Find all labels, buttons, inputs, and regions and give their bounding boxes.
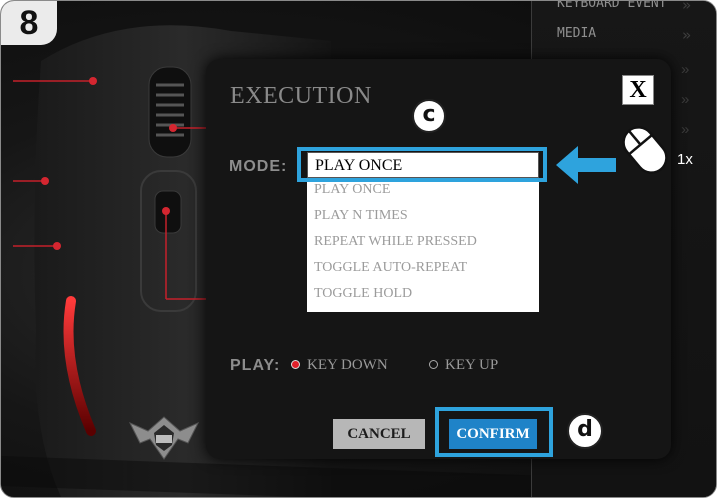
play-label: PLAY:: [230, 357, 281, 374]
arrow-left-icon: [556, 146, 616, 184]
screenshot-frame: KEYBOARD EVENT » MEDIA » » » » 8 EXECUTI…: [0, 0, 717, 498]
mode-dropdown-highlight: [297, 147, 547, 182]
radio-unselected-icon: [429, 360, 438, 370]
chevron-right-icon: »: [681, 121, 690, 138]
radio-label: KEY DOWN: [307, 357, 388, 373]
confirm-button-highlight: [435, 407, 553, 457]
step-number-badge: 8: [1, 1, 57, 45]
chevron-right-icon: »: [681, 61, 690, 78]
mouse-click-icon: [622, 126, 668, 174]
callout-d: d: [567, 413, 603, 449]
radio-key-down[interactable]: KEY DOWN: [291, 357, 388, 374]
radio-label: KEY UP: [445, 357, 499, 373]
callout-c: c: [412, 99, 446, 133]
radio-selected-icon: [291, 360, 300, 370]
chevron-right-icon: »: [682, 0, 692, 14]
mode-option-play-once[interactable]: PLAY ONCE: [307, 182, 539, 208]
dialog-title: EXECUTION: [230, 83, 372, 109]
chevron-right-icon: »: [681, 91, 690, 108]
mode-dropdown-list: PLAY ONCE PLAY N TIMES REPEAT WHILE PRES…: [307, 180, 539, 312]
chevron-right-icon: »: [682, 26, 692, 44]
click-count-label: 1x: [677, 151, 693, 168]
mode-label: MODE:: [229, 158, 288, 175]
bg-menu-label: MEDIA: [557, 26, 597, 41]
close-button[interactable]: X: [622, 75, 654, 105]
mode-option-toggle-hold[interactable]: TOGGLE HOLD: [307, 286, 539, 312]
bg-menu-label: KEYBOARD EVENT: [557, 0, 667, 11]
cancel-button[interactable]: CANCEL: [333, 419, 425, 449]
radio-key-up[interactable]: KEY UP: [429, 357, 498, 374]
bg-menu-item-keyboard-event: KEYBOARD EVENT »: [532, 0, 716, 26]
mode-option-toggle-auto-repeat[interactable]: TOGGLE AUTO-REPEAT: [307, 260, 539, 286]
gxt-logo-icon: [128, 416, 200, 460]
mode-option-repeat-while-pressed[interactable]: REPEAT WHILE PRESSED: [307, 234, 539, 260]
mode-option-play-n-times[interactable]: PLAY N TIMES: [307, 208, 539, 234]
bg-menu-item-media: MEDIA »: [532, 26, 716, 56]
